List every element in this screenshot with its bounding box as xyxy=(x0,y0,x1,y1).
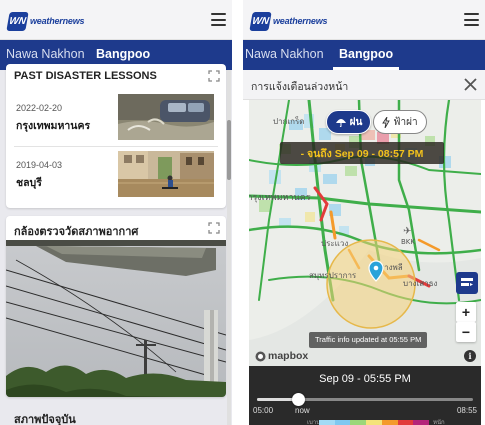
timeline-start-label: 05:00 xyxy=(253,406,274,415)
weathernews-logo[interactable]: WN weathernews xyxy=(249,11,328,31)
rain-label: ฝน xyxy=(349,116,363,128)
info-icon[interactable]: i xyxy=(464,350,476,362)
traffic-toggle-button[interactable] xyxy=(456,272,478,294)
forecast-banner: - จนถึง Sep 09 - 08:57 PM xyxy=(280,142,444,164)
expand-icon[interactable] xyxy=(208,70,220,82)
timeline-current-time: Sep 09 - 05:55 PM xyxy=(319,373,411,385)
hamburger-menu-icon[interactable] xyxy=(464,13,479,26)
hamburger-menu-icon[interactable] xyxy=(211,13,226,26)
lesson-date: 2022-02-20 xyxy=(16,103,63,113)
map-label-district: ประแวง xyxy=(321,239,348,248)
right-phone-screen: WN weathernews Nawa Nakhon Bangpoo การแจ… xyxy=(243,0,485,425)
tab-bangpoo[interactable]: Bangpoo xyxy=(332,40,400,70)
map-label-city: กรุงเทพมหานคร xyxy=(249,193,311,203)
map-label-airport: BKK xyxy=(401,238,415,246)
map-label-district: สมุทรปราการ xyxy=(309,271,357,280)
left-phone-screen: WN weathernews Nawa Nakhon Bangpoo PAST … xyxy=(0,0,232,425)
lesson-photo-flooded-street xyxy=(118,151,214,197)
advance-alert-header: การแจ้งเตือนล่วงหน้า xyxy=(243,70,485,100)
past-disaster-lessons-card: PAST DISASTER LESSONS 2022-02-20 กรุงเทพ… xyxy=(6,64,226,208)
rain-toggle-button[interactable]: ฝน xyxy=(326,110,371,134)
map-label-district: บางเสาธง xyxy=(403,279,437,288)
camera-card-title: กล้องตรวจวัดสภาพอากาศ xyxy=(14,226,139,238)
weather-camera-card: กล้องตรวจวัดสภาพอากาศ xyxy=(6,216,226,397)
logo-mark: WN xyxy=(6,11,29,31)
mapbox-icon xyxy=(255,351,266,361)
logo-text: weathernews xyxy=(30,16,85,26)
rain-intensity-legend xyxy=(319,420,430,425)
zoom-out-button[interactable]: − xyxy=(456,322,476,342)
map-label-district: ปากเกร็ด xyxy=(273,116,304,126)
radar-timeline: Sep 09 - 05:55 PM 05:00 now 08:55 เบาบาง… xyxy=(249,366,481,425)
top-bar: WN weathernews xyxy=(243,0,485,40)
rain-radar-map[interactable]: ปากเกร็ด กรุงเทพมหานคร ประแวง สมุทรปรากา… xyxy=(249,100,481,366)
location-tabs: Nawa Nakhon Bangpoo xyxy=(243,40,485,70)
lesson-place: ชลบุรี xyxy=(16,177,42,189)
umbrella-icon xyxy=(335,119,346,127)
mapbox-label: mapbox xyxy=(268,350,309,362)
top-bar: WN weathernews xyxy=(0,0,232,40)
alert-title: การแจ้งเตือนล่วงหน้า xyxy=(251,81,349,93)
zoom-in-button[interactable]: + xyxy=(456,302,476,322)
screen-gap xyxy=(232,0,243,425)
lightning-label: ฟ้าผ่า xyxy=(393,116,418,128)
lesson-photo-flooded-car xyxy=(118,94,214,140)
traffic-update-note: Traffic info updated at 05:55 PM xyxy=(309,332,428,348)
weather-camera-photo[interactable] xyxy=(6,240,226,397)
lesson-place: กรุงเทพมหานคร xyxy=(16,120,91,132)
logo-text: weathernews xyxy=(273,16,328,26)
logo-mark: WN xyxy=(249,11,272,31)
lightning-toggle-button[interactable]: ฟ้าผ่า xyxy=(373,110,427,134)
expand-icon[interactable] xyxy=(208,222,220,234)
lesson-date: 2019-04-03 xyxy=(16,160,63,170)
legend-heavy-label: หนัก xyxy=(433,419,445,425)
timeline-end-label: 08:55 xyxy=(456,406,477,415)
scrollbar-thumb[interactable] xyxy=(227,120,231,180)
timeline-now-label: now xyxy=(295,406,310,415)
lightning-icon xyxy=(382,116,391,128)
current-conditions-title: สภาพปัจจุบัน xyxy=(14,414,76,425)
close-icon[interactable] xyxy=(464,78,477,91)
divider xyxy=(14,146,218,147)
timeline-slider-thumb[interactable] xyxy=(291,393,305,406)
traffic-icon xyxy=(461,278,473,286)
weathernews-logo[interactable]: WN weathernews xyxy=(6,11,85,31)
airport-icon: ✈ xyxy=(403,226,411,237)
mapbox-logo[interactable]: mapbox xyxy=(255,350,308,362)
tab-nawa-nakhon[interactable]: Nawa Nakhon xyxy=(245,40,324,70)
lessons-card-title: PAST DISASTER LESSONS xyxy=(14,70,157,82)
